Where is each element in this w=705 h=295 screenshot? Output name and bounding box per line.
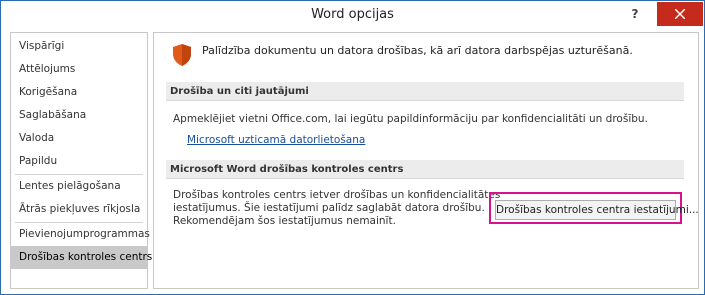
description-line: Rekomendējam šos iestatījumus nemainīt. xyxy=(173,215,396,227)
close-button[interactable] xyxy=(657,2,703,26)
sidebar-item-customize-ribbon[interactable]: Lentes pielāgošana xyxy=(11,175,147,198)
sidebar-item-advanced[interactable]: Papildu xyxy=(11,150,147,173)
description-line: Drošības kontroles centrs ietver drošība… xyxy=(173,189,501,201)
trust-center-description: Drošības kontroles centrs ietver drošība… xyxy=(173,189,500,228)
section-header-trust-center: Microsoft Word drošības kontroles centrs xyxy=(166,160,684,179)
sidebar-item-proofing[interactable]: Korigēšana xyxy=(11,81,147,104)
help-button[interactable]: ? xyxy=(624,4,646,24)
sidebar-item-trust-center[interactable]: Drošības kontroles centrs xyxy=(11,246,152,269)
options-sidebar: Vispārīgi Attēlojums Korigēšana Saglabāš… xyxy=(10,32,152,289)
section-header-privacy: Drošība un citi jautājumi xyxy=(166,82,684,101)
privacy-text: Apmeklējiet vietni Office.com, lai iegūt… xyxy=(173,113,648,125)
trustworthy-computing-link[interactable]: Microsoft uzticamā datorlietošana xyxy=(187,134,365,146)
options-dialog: Word opcijas ? Vispārīgi Attēlojums Kori… xyxy=(0,0,705,295)
close-icon xyxy=(675,9,685,19)
sidebar-item-quick-access-toolbar[interactable]: Ātrās piekļuves rīkjosla xyxy=(11,198,147,221)
page-heading: Palīdzība dokumentu un datora drošības, … xyxy=(202,44,633,57)
shield-icon xyxy=(173,44,191,66)
window-title: Word opcijas xyxy=(311,7,394,22)
trust-center-settings-button[interactable]: Drošības kontroles centra iestatījumi... xyxy=(495,200,699,220)
description-line: iestatījumus. Šie iestatījumi palīdz sag… xyxy=(173,202,485,214)
sidebar-item-language[interactable]: Valoda xyxy=(11,127,147,150)
sidebar-item-save[interactable]: Saglabāšana xyxy=(11,104,147,127)
sidebar-item-display[interactable]: Attēlojums xyxy=(11,58,147,81)
title-bar: Word opcijas ? xyxy=(1,1,704,29)
trust-center-panel: Palīdzība dokumentu un datora drošības, … xyxy=(153,32,699,289)
sidebar-item-general[interactable]: Vispārīgi xyxy=(11,35,147,58)
sidebar-item-add-ins[interactable]: Pievienojumprogrammas xyxy=(11,223,150,246)
